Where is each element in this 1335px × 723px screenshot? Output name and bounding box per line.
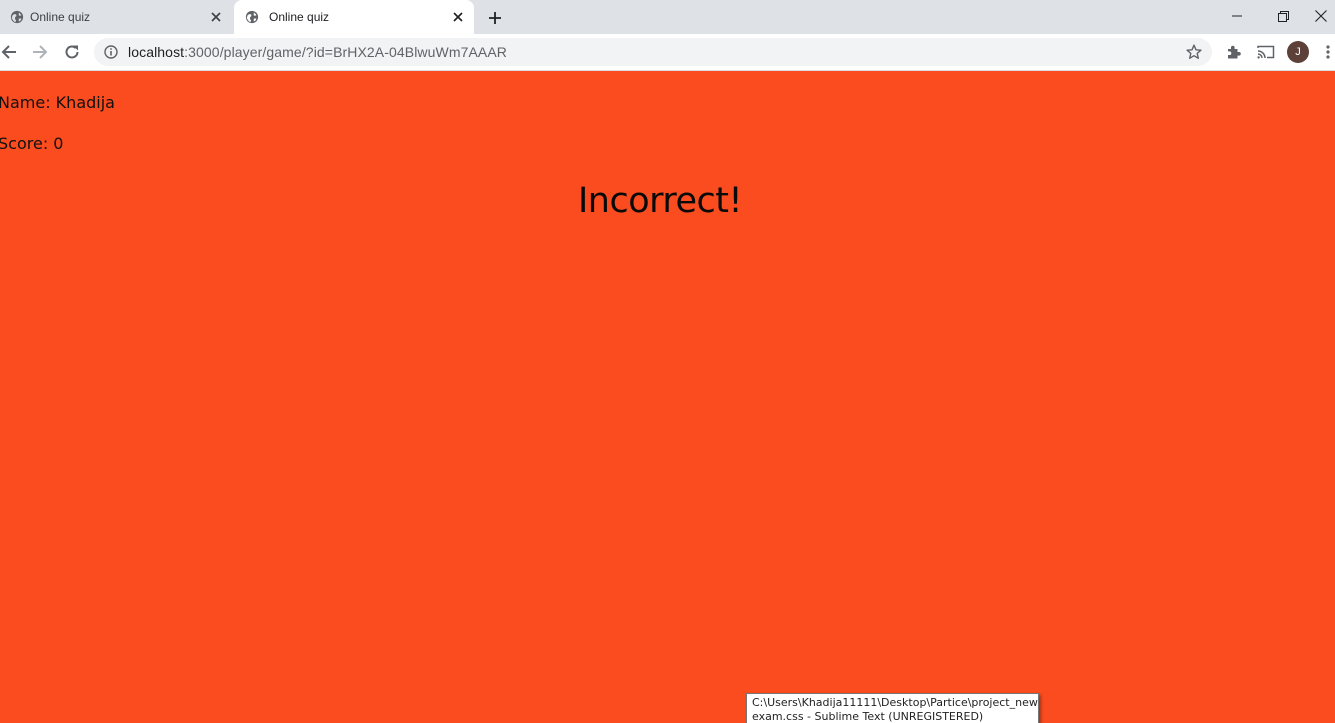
close-tab-icon[interactable]	[208, 9, 224, 25]
close-icon	[1314, 10, 1327, 22]
restore-button[interactable]	[1260, 0, 1306, 32]
puzzle-icon	[1228, 45, 1241, 59]
cast-button[interactable]	[1256, 42, 1276, 62]
player-score: Score: 0	[0, 134, 64, 153]
browser-toolbar: localhost:3000/player/game/?id=BrHX2A-04…	[0, 34, 1335, 71]
reload-button[interactable]	[58, 38, 86, 66]
tab-online-quiz-1[interactable]: Online quiz	[0, 0, 232, 34]
tooltip-line-1: C:\Users\Khadija11111\Desktop\Partice\pr…	[752, 696, 1039, 709]
tab-strip: Online quiz Online quiz	[0, 0, 1335, 34]
minimize-icon	[1232, 15, 1242, 17]
minimize-button[interactable]	[1214, 0, 1260, 32]
tab-title: Online quiz	[269, 10, 330, 24]
arrow-right-icon	[33, 45, 48, 59]
answer-result: Incorrect!	[577, 181, 743, 221]
globe-icon	[245, 10, 259, 24]
globe-icon	[10, 10, 24, 24]
close-tab-icon[interactable]	[450, 9, 466, 25]
star-icon[interactable]	[1186, 44, 1202, 60]
tooltip-line-2: exam.css - Sublime Text (UNREGISTERED)	[752, 710, 984, 723]
taskbar-tooltip: C:\Users\Khadija11111\Desktop\Partice\pr…	[746, 693, 1039, 723]
cast-icon	[1257, 45, 1275, 59]
tab-online-quiz-2[interactable]: Online quiz	[234, 0, 474, 34]
url-path: :3000/player/game/?id=BrHX2A-04BlwuWm7AA…	[184, 44, 508, 60]
browser-window: Online quiz Online quiz localhost:3000/p…	[0, 0, 1335, 723]
reload-icon	[65, 45, 79, 59]
player-name: Name: Khadija	[0, 93, 115, 112]
url-text: localhost:3000/player/game/?id=BrHX2A-04…	[128, 44, 507, 60]
plus-icon	[489, 12, 501, 24]
more-vertical-icon	[1326, 45, 1330, 59]
extensions-button[interactable]	[1224, 42, 1244, 62]
address-bar[interactable]: localhost:3000/player/game/?id=BrHX2A-04…	[94, 38, 1212, 66]
menu-button[interactable]	[1320, 42, 1335, 62]
quiz-page: Name: Khadija Score: 0 Incorrect!	[0, 71, 1335, 723]
close-window-button[interactable]	[1306, 0, 1335, 32]
forward-button[interactable]	[26, 38, 54, 66]
url-host: localhost	[128, 44, 185, 60]
arrow-left-icon	[1, 45, 16, 59]
profile-avatar[interactable]: J	[1287, 41, 1309, 63]
new-tab-button[interactable]	[484, 7, 506, 29]
info-icon[interactable]	[104, 45, 118, 59]
tab-title: Online quiz	[30, 10, 91, 24]
back-button[interactable]	[0, 38, 23, 66]
restore-icon	[1277, 10, 1289, 22]
